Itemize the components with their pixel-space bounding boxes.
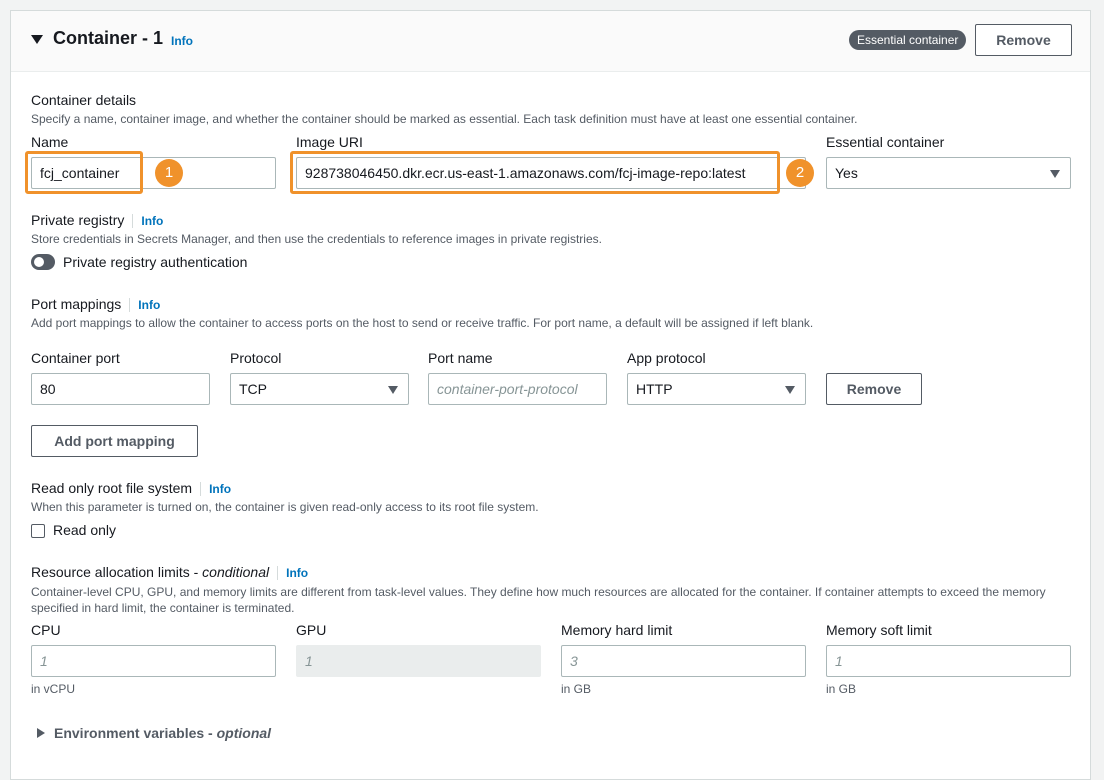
port-name-label: Port name bbox=[428, 350, 493, 366]
image-uri-highlight bbox=[290, 151, 780, 194]
divider bbox=[200, 482, 202, 497]
name-highlight bbox=[25, 151, 143, 194]
divider bbox=[277, 566, 279, 581]
divider bbox=[129, 298, 131, 313]
protocol-label: Protocol bbox=[230, 350, 282, 366]
gpu-input: 1 bbox=[296, 645, 541, 677]
panel-title: Container - 1 bbox=[53, 28, 164, 48]
memory-soft-limit-label: Memory soft limit bbox=[826, 622, 932, 638]
remove-port-mapping-button[interactable]: Remove bbox=[826, 373, 922, 405]
private-registry-title-text: Private registry bbox=[31, 212, 125, 228]
memory-soft-limit-input[interactable]: 1 bbox=[826, 645, 1071, 677]
expand-caret-icon[interactable] bbox=[37, 728, 45, 738]
essential-container-value: Yes bbox=[835, 165, 858, 181]
essential-badge: Essential container bbox=[849, 30, 967, 50]
app-protocol-select[interactable]: HTTP bbox=[627, 373, 806, 405]
dropdown-caret-icon bbox=[1050, 170, 1060, 178]
resource-limits-title-text: Resource allocation limits - bbox=[31, 564, 203, 580]
read-only-info-link[interactable]: Info bbox=[209, 482, 231, 496]
divider bbox=[132, 214, 134, 229]
resource-limits-info-link[interactable]: Info bbox=[286, 566, 308, 580]
port-mappings-description: Add port mappings to allow the container… bbox=[31, 316, 814, 330]
port-name-input[interactable]: container-port-protocol bbox=[428, 373, 607, 405]
protocol-value: TCP bbox=[239, 381, 267, 397]
panel-header: Container - 1 Info Essential container R… bbox=[11, 11, 1090, 72]
cpu-hint: in vCPU bbox=[31, 682, 76, 696]
dropdown-caret-icon bbox=[785, 386, 795, 394]
essential-container-label: Essential container bbox=[826, 134, 945, 150]
container-port-input[interactable]: 80 bbox=[31, 373, 210, 405]
read-only-title: Read only root file system Info bbox=[31, 480, 231, 497]
environment-variables-title-text: Environment variables - bbox=[54, 725, 217, 741]
container-port-label: Container port bbox=[31, 350, 120, 366]
read-only-checkbox-label: Read only bbox=[53, 522, 117, 538]
step-marker-2: 2 bbox=[786, 159, 814, 187]
remove-container-button[interactable]: Remove bbox=[975, 24, 1072, 56]
read-only-checkbox[interactable] bbox=[31, 524, 45, 538]
app-protocol-value: HTTP bbox=[636, 381, 673, 397]
read-only-description: When this parameter is turned on, the co… bbox=[31, 500, 539, 514]
memory-soft-limit-hint: in GB bbox=[826, 682, 857, 696]
cpu-input[interactable]: 1 bbox=[31, 645, 276, 677]
environment-variables-title[interactable]: Environment variables - optional bbox=[54, 725, 271, 741]
container-details-title: Container details bbox=[31, 92, 137, 108]
memory-hard-limit-input[interactable]: 3 bbox=[561, 645, 806, 677]
name-label: Name bbox=[31, 134, 69, 150]
private-registry-description: Store credentials in Secrets Manager, an… bbox=[31, 232, 602, 246]
image-uri-label: Image URI bbox=[296, 134, 363, 150]
port-mappings-title-text: Port mappings bbox=[31, 296, 122, 312]
port-mappings-info-link[interactable]: Info bbox=[138, 298, 160, 312]
resource-limits-description: Container-level CPU, GPU, and memory lim… bbox=[31, 585, 1046, 615]
gpu-label: GPU bbox=[296, 622, 327, 638]
protocol-select[interactable]: TCP bbox=[230, 373, 409, 405]
private-registry-toggle-label: Private registry authentication bbox=[63, 254, 248, 270]
info-link[interactable]: Info bbox=[171, 34, 193, 48]
read-only-title-text: Read only root file system bbox=[31, 480, 193, 496]
private-registry-toggle[interactable] bbox=[31, 254, 55, 270]
private-registry-title: Private registry Info bbox=[31, 212, 163, 229]
memory-hard-limit-hint: in GB bbox=[561, 682, 592, 696]
collapse-caret-icon[interactable] bbox=[31, 35, 43, 44]
cpu-label: CPU bbox=[31, 622, 61, 638]
add-port-mapping-button[interactable]: Add port mapping bbox=[31, 425, 198, 457]
memory-hard-limit-label: Memory hard limit bbox=[561, 622, 673, 638]
port-mappings-title: Port mappings Info bbox=[31, 296, 160, 313]
resource-limits-title: Resource allocation limits - conditional… bbox=[31, 564, 308, 581]
environment-variables-title-italic: optional bbox=[216, 725, 272, 741]
app-protocol-label: App protocol bbox=[627, 350, 706, 366]
dropdown-caret-icon bbox=[388, 386, 398, 394]
essential-container-select[interactable]: Yes bbox=[826, 157, 1071, 189]
step-marker-1: 1 bbox=[155, 159, 183, 187]
resource-limits-title-italic: conditional bbox=[202, 564, 270, 580]
private-registry-info-link[interactable]: Info bbox=[141, 214, 163, 228]
container-details-description: Specify a name, container image, and whe… bbox=[31, 112, 858, 126]
